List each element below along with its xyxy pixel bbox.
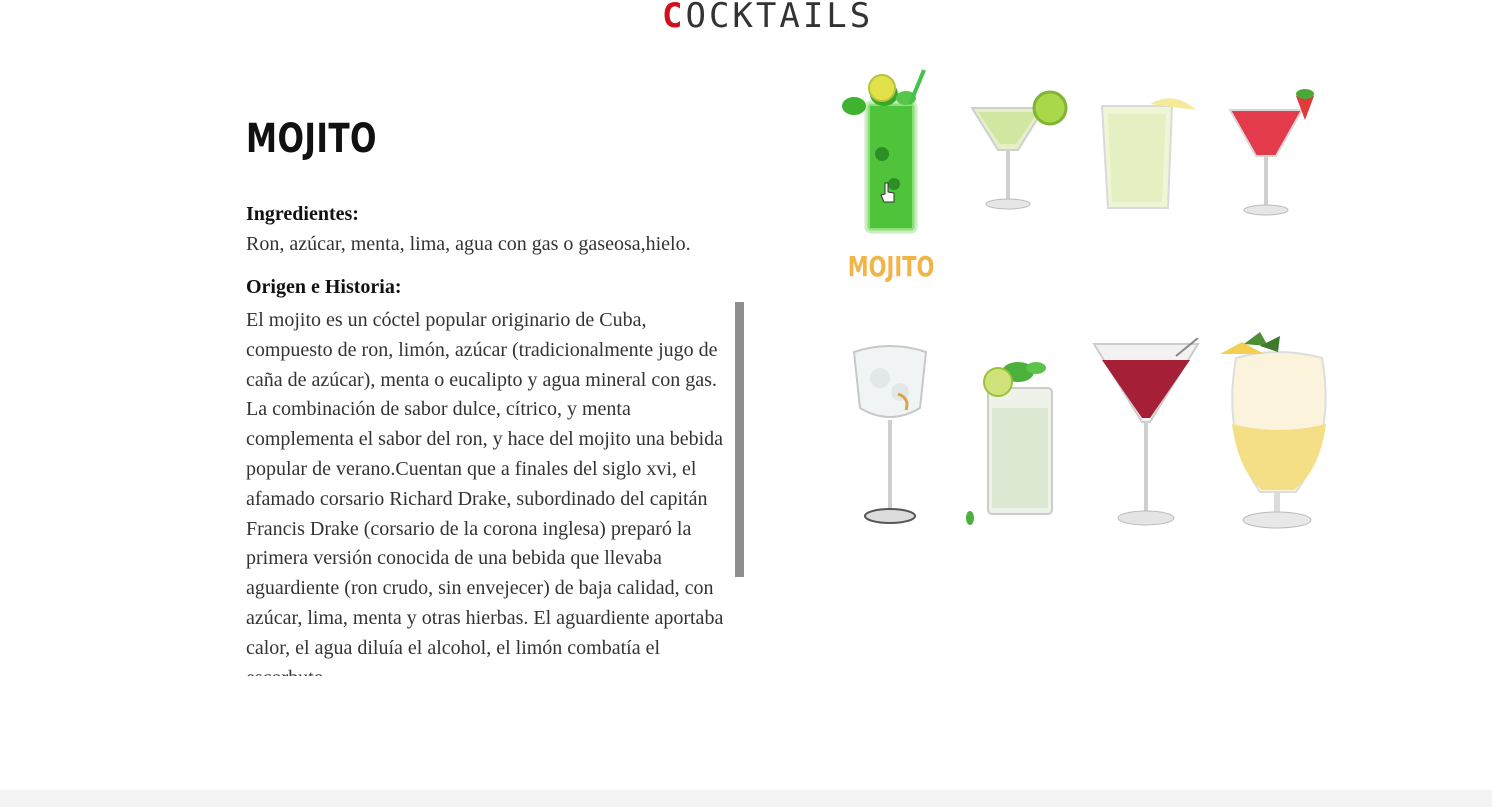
cocktail-card-caipirinha[interactable] xyxy=(960,338,1070,525)
cosmopolitan-glass-icon xyxy=(1092,338,1200,526)
cocktail-card-mojito[interactable] xyxy=(834,64,944,244)
margarita-glass-icon xyxy=(970,90,1068,210)
cocktail-card-cosmopolitan[interactable] xyxy=(1090,338,1200,526)
cocktail-card-frozen-lemonade[interactable] xyxy=(1090,64,1200,244)
gin-tonic-glass-icon xyxy=(852,345,928,524)
logo-first-letter: C xyxy=(662,0,686,36)
caipirinha-glass-icon xyxy=(966,362,1053,525)
ingredients-label: Ingredientes: xyxy=(246,203,359,225)
logo-text: OCKTAILS xyxy=(685,0,874,36)
history-scroll-area[interactable]: El mojito es un cóctel popular originari… xyxy=(246,306,742,676)
pina-colada-glass-icon xyxy=(1220,332,1327,529)
site-logo[interactable]: COCKTAILS xyxy=(662,0,873,38)
history-text: El mojito es un cóctel popular originari… xyxy=(246,309,724,676)
frozen-lemonade-glass-icon xyxy=(1100,98,1196,209)
strawberry-daiquiri-glass-icon xyxy=(1228,89,1314,216)
hand-cursor-icon xyxy=(880,182,895,203)
history-scrollbar[interactable] xyxy=(735,302,744,577)
origin-history-label: Origen e Historia: xyxy=(246,276,402,298)
cocktail-title: MOJITO xyxy=(246,116,377,162)
cocktail-card-pina-colada[interactable] xyxy=(1216,332,1327,529)
cocktail-hover-label: MOJITO xyxy=(847,250,935,283)
mojito-glass-icon xyxy=(842,69,926,234)
cocktail-card-strawberry-daiquiri[interactable] xyxy=(1216,64,1326,244)
cocktail-card-gin-tonic[interactable] xyxy=(834,338,944,524)
bottom-strip xyxy=(0,790,1492,807)
ingredients-text: Ron, azúcar, menta, lima, agua con gas o… xyxy=(246,233,691,255)
cocktail-card-margarita[interactable] xyxy=(960,64,1070,244)
